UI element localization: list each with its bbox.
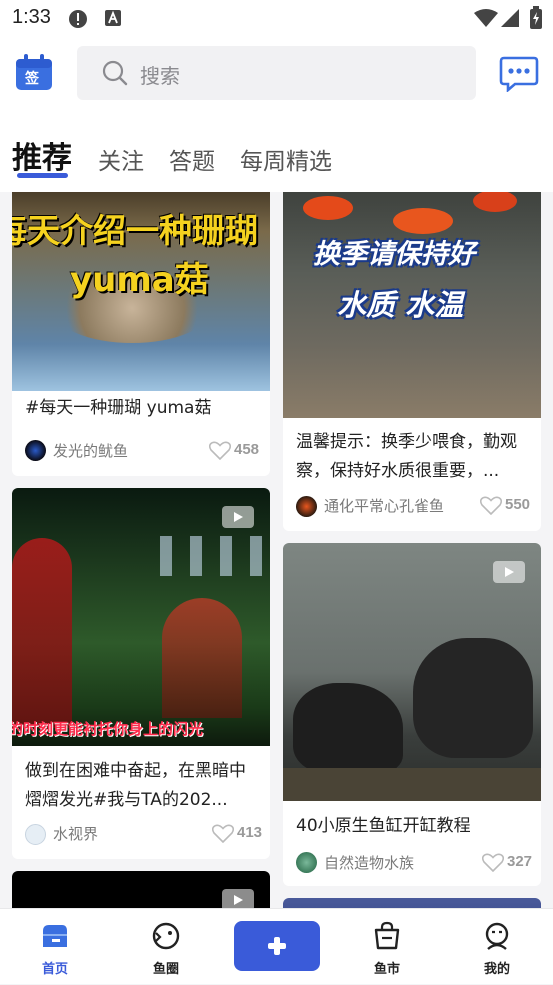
search-bar[interactable]: 搜索 (77, 46, 476, 100)
tab-quiz[interactable]: 答题 (169, 142, 215, 176)
thumbnail-caption: 每天介绍一种珊瑚 (12, 211, 258, 250)
nav-fish-market[interactable]: 鱼市 (342, 909, 432, 985)
like-heart-icon[interactable] (212, 824, 234, 843)
post-card[interactable] (283, 898, 541, 908)
nav-profile[interactable]: 我的 (452, 909, 542, 985)
like-count: 458 (234, 441, 260, 458)
tab-following[interactable]: 关注 (98, 142, 144, 176)
author-avatar (25, 440, 46, 461)
post-thumbnail: 的时刻更能衬托你身上的闪光 (12, 488, 270, 746)
active-tab-indicator (17, 173, 68, 178)
post-thumbnail: 换季请保持好 水质 水温 (283, 192, 541, 418)
author-name: 通化平常心孔雀鱼 (324, 497, 445, 515)
top-header: 签 搜索 (0, 38, 553, 110)
post-feed: 每天介绍一种珊瑚 yuma菇 #每天一种珊瑚 yuma菇 发光的鱿鱼 458 的… (0, 192, 553, 908)
author-name: 水视界 (53, 825, 99, 843)
author-name: 自然造物水族 (324, 854, 415, 872)
nav-home-label: 首页 (41, 962, 68, 977)
like-count: 327 (507, 853, 533, 870)
app-notification-icon (105, 10, 121, 26)
battery-icon (530, 6, 542, 29)
post-card[interactable]: 换季请保持好 水质 水温 温馨提示：换季少喂食，勤观察，保持好水质很重要，...… (283, 192, 541, 531)
author-avatar (296, 496, 317, 517)
search-icon (102, 60, 128, 86)
create-post-button[interactable] (234, 921, 320, 971)
thumbnail-caption-2: 水质 水温 (337, 288, 464, 322)
checkin-button[interactable]: 签 (14, 54, 54, 92)
thumbnail-caption-2: yuma菇 (70, 260, 209, 300)
post-thumbnail (283, 543, 541, 801)
video-play-icon (222, 506, 254, 528)
tab-weekly-picks[interactable]: 每周精选 (240, 142, 332, 176)
post-title: 温馨提示：换季少喂食，勤观察，保持好水质很重要，... (296, 432, 517, 481)
messages-button[interactable] (499, 56, 539, 93)
thumbnail-caption: 的时刻更能衬托你身上的闪光 (12, 720, 204, 738)
like-count: 550 (505, 496, 531, 513)
fish-circle-icon (152, 922, 180, 950)
video-play-icon (222, 889, 254, 908)
status-bar: 1:33 (0, 0, 553, 38)
post-card[interactable]: 的时刻更能衬托你身上的闪光 做到在困难中奋起，在黑暗中熠熠发光#我与TA的202… (12, 488, 270, 859)
post-title: 做到在困难中奋起，在黑暗中熠熠发光#我与TA的202... (25, 761, 246, 810)
wifi-icon (474, 9, 498, 27)
checkin-label: 签 (25, 71, 39, 87)
bottom-navigation: 首页 鱼圈 鱼市 我的 (0, 908, 553, 984)
author-avatar (25, 824, 46, 845)
feed-tabs: 推荐 关注 答题 每周精选 (0, 110, 553, 192)
like-heart-icon[interactable] (480, 496, 502, 515)
profile-face-icon (485, 922, 509, 950)
nav-fish-circle[interactable]: 鱼圈 (121, 909, 211, 985)
author-avatar (296, 852, 317, 873)
cell-signal-icon (501, 9, 519, 27)
nav-fish-circle-label: 鱼圈 (152, 962, 179, 977)
thumbnail-caption: 换季请保持好 (313, 239, 475, 270)
author-name: 发光的鱿鱼 (53, 442, 129, 460)
like-count: 413 (237, 824, 263, 841)
search-placeholder: 搜索 (140, 64, 180, 88)
status-time: 1:33 (12, 6, 51, 28)
shopping-bag-icon (374, 921, 400, 950)
home-icon (43, 925, 67, 947)
post-title: 40小原生鱼缸开缸教程 (296, 816, 471, 836)
video-play-icon (493, 561, 525, 583)
post-card[interactable] (12, 871, 270, 908)
like-heart-icon[interactable] (209, 441, 231, 460)
post-title: #每天一种珊瑚 yuma菇 (25, 398, 212, 418)
tab-recommend[interactable]: 推荐 (12, 133, 72, 177)
post-thumbnail: 每天介绍一种珊瑚 yuma菇 (12, 192, 270, 391)
post-card[interactable]: 40小原生鱼缸开缸教程 自然造物水族 327 (283, 543, 541, 886)
nav-fish-market-label: 鱼市 (373, 962, 400, 977)
nav-profile-label: 我的 (483, 962, 510, 977)
like-heart-icon[interactable] (482, 853, 504, 872)
nav-home[interactable]: 首页 (10, 909, 100, 985)
plus-icon (268, 937, 286, 955)
post-card[interactable]: 每天介绍一种珊瑚 yuma菇 #每天一种珊瑚 yuma菇 发光的鱿鱼 458 (12, 192, 270, 476)
alert-icon (69, 10, 87, 28)
message-bubble-icon (499, 56, 539, 93)
